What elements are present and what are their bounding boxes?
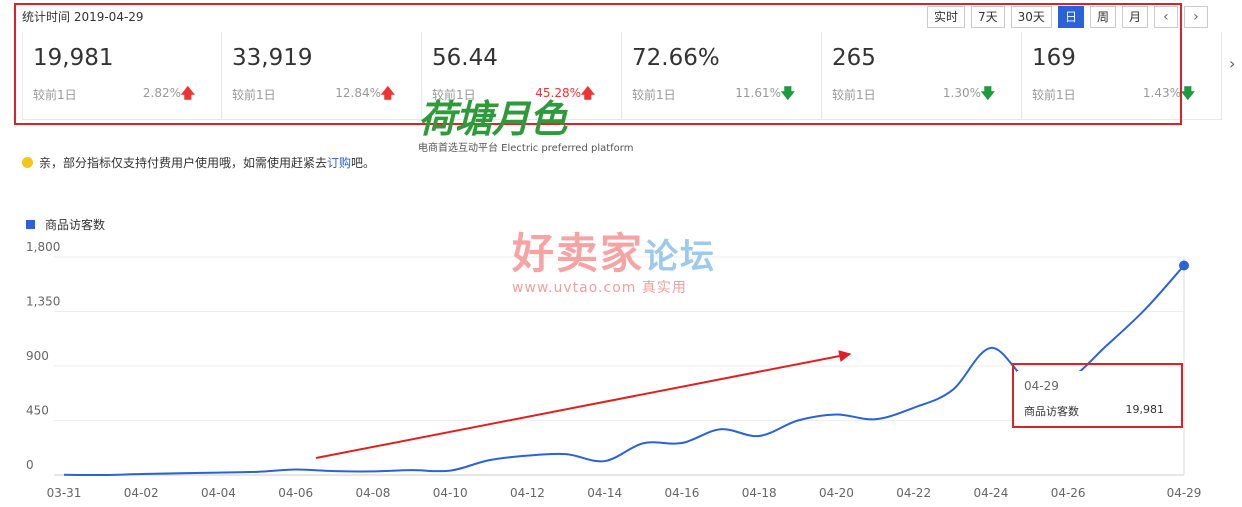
x-tick-label: 03-31 bbox=[47, 486, 82, 500]
x-tick-label: 04-14 bbox=[587, 486, 622, 500]
y-tick-label: 1,800 bbox=[26, 240, 60, 254]
x-tick-label: 04-20 bbox=[819, 486, 854, 500]
x-tick-label: 04-12 bbox=[510, 486, 545, 500]
x-tick-label: 04-29 bbox=[1167, 486, 1202, 500]
y-tick-label: 900 bbox=[26, 349, 49, 363]
x-tick-label: 04-08 bbox=[356, 486, 391, 500]
watermark-haomaijia: 好卖家论坛 www.uvtao.com 真实用 bbox=[512, 220, 716, 297]
highlight-box-tooltip bbox=[1012, 363, 1183, 428]
x-tick-label: 04-10 bbox=[433, 486, 468, 500]
y-tick-label: 1,350 bbox=[26, 295, 60, 309]
x-tick-label: 04-02 bbox=[124, 486, 159, 500]
watermark-haomaijia-sub: www.uvtao.com 真实用 bbox=[512, 280, 687, 296]
x-tick-label: 04-06 bbox=[278, 486, 313, 500]
x-tick-label: 04-18 bbox=[742, 486, 777, 500]
x-tick-label: 04-16 bbox=[664, 486, 699, 500]
watermark-haomaijia-main: 好卖家 bbox=[512, 229, 645, 278]
x-tick-label: 04-04 bbox=[201, 486, 236, 500]
watermark-haomaijia-accent: 论坛 bbox=[644, 237, 717, 277]
data-point-last bbox=[1179, 260, 1189, 271]
annotation-arrow bbox=[315, 350, 852, 459]
y-tick-label: 0 bbox=[26, 458, 34, 472]
x-tick-label: 04-24 bbox=[973, 486, 1008, 500]
x-tick-label: 04-26 bbox=[1051, 486, 1086, 500]
x-tick-label: 04-22 bbox=[896, 486, 931, 500]
y-tick-label: 450 bbox=[26, 404, 49, 418]
